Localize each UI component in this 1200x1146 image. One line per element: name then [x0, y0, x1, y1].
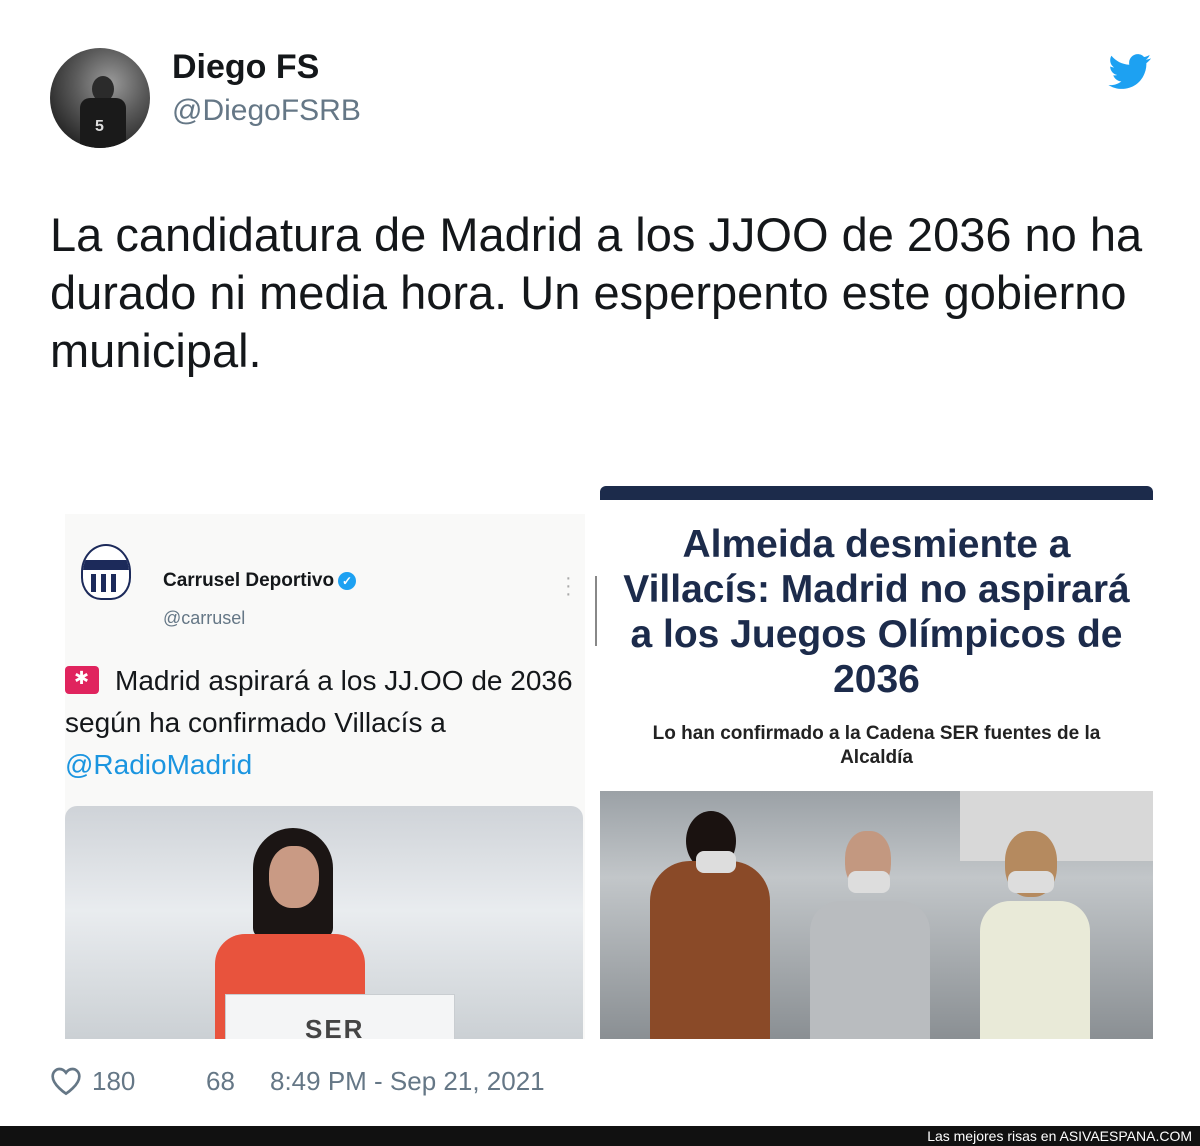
- embedded-tweet-screenshot: Carrusel Deportivo✓ @carrusel ··· Madrid…: [65, 514, 585, 1039]
- tweet-timestamp[interactable]: 8:49 PM - Sep 21, 2021: [270, 1066, 545, 1097]
- embedded-account-name: Carrusel Deportivo ✓: [163, 570, 357, 592]
- embedded-tweet-text: Madrid aspirará a los JJ.OO de 2036 segú…: [65, 665, 573, 780]
- watermark-site[interactable]: ASIVAESPANA.COM: [1059, 1128, 1192, 1144]
- avatar-jersey-number: 5: [95, 118, 104, 135]
- more-dots-icon: · · ·: [565, 567, 572, 605]
- mention-link: @RadioMadrid: [65, 749, 253, 780]
- display-name[interactable]: Diego FS: [172, 48, 319, 87]
- carrusel-crest-icon: [81, 544, 131, 600]
- watermark-bar: Las mejores risas en ASIVAESPANA.COM: [0, 1126, 1200, 1146]
- retweet-count: 68: [206, 1066, 235, 1096]
- verified-icon: ✓: [338, 572, 357, 590]
- media-divider: [595, 576, 597, 646]
- heart-icon[interactable]: [50, 1066, 82, 1096]
- ser-logo: SER: [305, 1014, 365, 1039]
- user-handle[interactable]: @DiegoFSRB: [172, 94, 361, 128]
- news-article-screenshot: Almeida desmiente a Villacís: Madrid no …: [600, 486, 1153, 1039]
- article-headline: Almeida desmiente a Villacís: Madrid no …: [623, 523, 1130, 701]
- avatar[interactable]: 5: [50, 48, 150, 148]
- embedded-photo-villacis: SER: [65, 806, 583, 1039]
- twitter-bird-icon[interactable]: [1108, 54, 1152, 90]
- embedded-account-handle: @carrusel: [163, 608, 246, 628]
- article-subhead: Lo han confirmado a la Cadena SER fuente…: [652, 723, 1101, 768]
- watermark-text: Las mejores risas en ASIVAESPANA.COM: [927, 1128, 1192, 1144]
- tweet-media[interactable]: Carrusel Deportivo✓ @carrusel ··· Madrid…: [65, 486, 1153, 1039]
- like-count: 180: [92, 1066, 136, 1096]
- article-photo: [600, 791, 1153, 1039]
- article-top-bar: [600, 486, 1153, 500]
- tweet-header: 5 Diego FS @DiegoFSRB: [50, 48, 1160, 148]
- tweet-text: La candidatura de Madrid a los JJOO de 2…: [50, 208, 1143, 377]
